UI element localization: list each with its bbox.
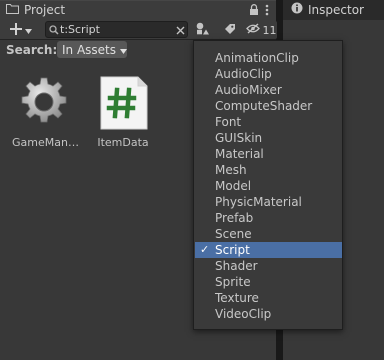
type-filter-dropdown: AnimationClip AudioClip AudioMixer Compu… — [193, 40, 343, 330]
tab-project[interactable]: Project — [0, 0, 276, 20]
asset-item[interactable]: GameMan… — [12, 76, 79, 149]
create-button[interactable] — [5, 21, 37, 39]
dropdown-item-material[interactable]: Material — [195, 146, 342, 162]
dropdown-item-computeshader[interactable]: ComputeShader — [195, 98, 342, 114]
plus-icon — [10, 22, 22, 38]
folder-icon — [6, 3, 19, 17]
dropdown-item-font[interactable]: Font — [195, 114, 342, 130]
csharp-script-icon — [100, 76, 148, 130]
type-filter-icon — [196, 22, 210, 38]
chevron-down-icon — [120, 43, 127, 57]
gear-icon — [18, 76, 70, 128]
dropdown-item-audiomixer[interactable]: AudioMixer — [195, 82, 342, 98]
dropdown-item-shader[interactable]: Shader — [195, 258, 342, 274]
chevron-down-icon — [25, 23, 32, 37]
asset-label: ItemData — [97, 136, 149, 149]
dropdown-item-guiskin[interactable]: GUISkin — [195, 130, 342, 146]
search-scope-value: In Assets — [62, 42, 117, 57]
eye-slash-icon — [245, 23, 260, 37]
dropdown-item-animationclip[interactable]: AnimationClip — [195, 50, 342, 66]
info-icon — [291, 2, 303, 17]
asset-label: GameMan… — [12, 136, 79, 149]
dropdown-item-videoclip[interactable]: VideoClip — [195, 306, 342, 322]
more-options-icon[interactable] — [265, 4, 269, 19]
dropdown-item-prefab[interactable]: Prefab — [195, 210, 342, 226]
search-by-label-button[interactable] — [219, 21, 241, 39]
search-input[interactable] — [60, 22, 168, 37]
dropdown-item-mesh[interactable]: Mesh — [195, 162, 342, 178]
dropdown-item-scene[interactable]: Scene — [195, 226, 342, 242]
clear-search-icon[interactable] — [176, 24, 185, 38]
dropdown-item-script[interactable]: ✓ Script — [195, 242, 342, 258]
dropdown-item-sprite[interactable]: Sprite — [195, 274, 342, 290]
tab-inspector-label: Inspector — [308, 2, 364, 17]
tab-inspector[interactable]: Inspector — [283, 0, 384, 20]
lock-icon[interactable] — [249, 4, 259, 19]
search-scope-dropdown[interactable]: In Assets — [57, 41, 127, 58]
dropdown-item-physicmaterial[interactable]: PhysicMaterial — [195, 194, 342, 210]
search-by-type-button[interactable] — [193, 21, 213, 39]
hidden-packages-button[interactable]: 11 — [245, 21, 277, 39]
dropdown-item-audioclip[interactable]: AudioClip — [195, 66, 342, 82]
tab-project-label: Project — [24, 3, 66, 17]
checkmark-icon: ✓ — [200, 243, 210, 256]
search-field[interactable] — [45, 21, 188, 38]
dropdown-item-model[interactable]: Model — [195, 178, 342, 194]
asset-item[interactable]: ItemData — [91, 76, 155, 149]
search-icon — [49, 24, 59, 38]
tag-icon — [224, 23, 236, 38]
search-scope-label: Search: — [6, 43, 58, 57]
dropdown-item-texture[interactable]: Texture — [195, 290, 342, 306]
hidden-count: 11 — [262, 23, 277, 37]
